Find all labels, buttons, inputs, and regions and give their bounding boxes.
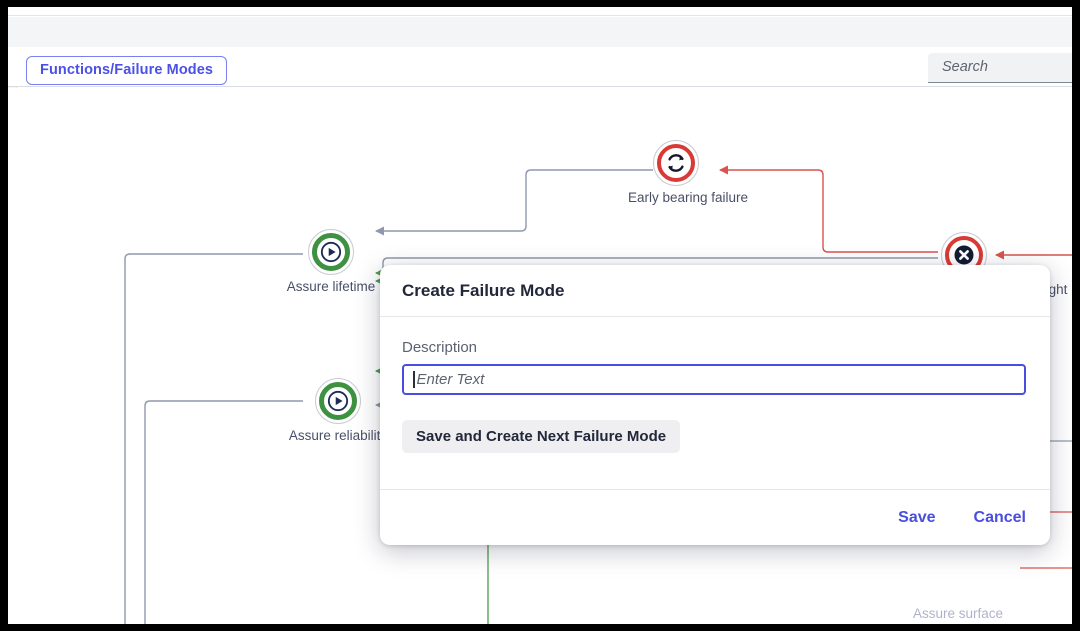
text-caret	[413, 371, 415, 388]
description-placeholder: Enter Text	[417, 371, 485, 388]
page-frame-bottom	[0, 624, 1080, 631]
dialog-title: Create Failure Mode	[402, 281, 565, 301]
app-header-band	[8, 17, 1072, 47]
node-early-bearing-failure[interactable]: Early bearing failure	[628, 140, 724, 205]
dialog-body: Description Enter Text Save and Create N…	[380, 317, 1050, 488]
ghost-node-label: Assure surface	[913, 606, 1003, 621]
node-label: Assure lifetime	[283, 279, 379, 294]
play-circle-icon	[320, 241, 342, 263]
failure-node-ring	[653, 140, 699, 186]
function-node-ring	[315, 378, 361, 424]
screenshot-root: Functions/Failure Modes Search	[0, 0, 1080, 631]
toolbar: Functions/Failure Modes Search	[8, 47, 1072, 87]
app-viewport: Functions/Failure Modes Search	[8, 7, 1072, 624]
x-circle-icon	[952, 243, 976, 267]
breadcrumb-functions-failure-modes[interactable]: Functions/Failure Modes	[26, 56, 227, 85]
create-failure-mode-dialog[interactable]: Create Failure Mode Description Enter Te…	[380, 265, 1050, 545]
play-circle-icon	[327, 390, 349, 412]
node-assure-lifetime[interactable]: Assure lifetime	[283, 229, 379, 294]
node-label: Early bearing failure	[628, 190, 724, 205]
cancel-button[interactable]: Cancel	[974, 509, 1026, 527]
node-label: Assure reliability	[283, 428, 393, 443]
save-and-create-next-button[interactable]: Save and Create Next Failure Mode	[402, 420, 680, 453]
dialog-footer: Save Cancel	[380, 489, 1050, 545]
description-input[interactable]: Enter Text	[402, 364, 1026, 395]
page-frame-right	[1072, 0, 1080, 631]
search-placeholder: Search	[942, 59, 988, 75]
loop-icon	[665, 152, 687, 174]
node-assure-reliability[interactable]: Assure reliability	[283, 378, 393, 443]
browser-chrome-strip	[8, 7, 1072, 16]
page-frame-top	[0, 0, 1080, 7]
save-button[interactable]: Save	[898, 509, 935, 527]
dialog-header: Create Failure Mode	[380, 265, 1050, 317]
description-label: Description	[402, 339, 1028, 356]
search-input[interactable]: Search	[928, 53, 1072, 83]
page-frame-left	[0, 0, 8, 631]
function-node-ring	[308, 229, 354, 275]
